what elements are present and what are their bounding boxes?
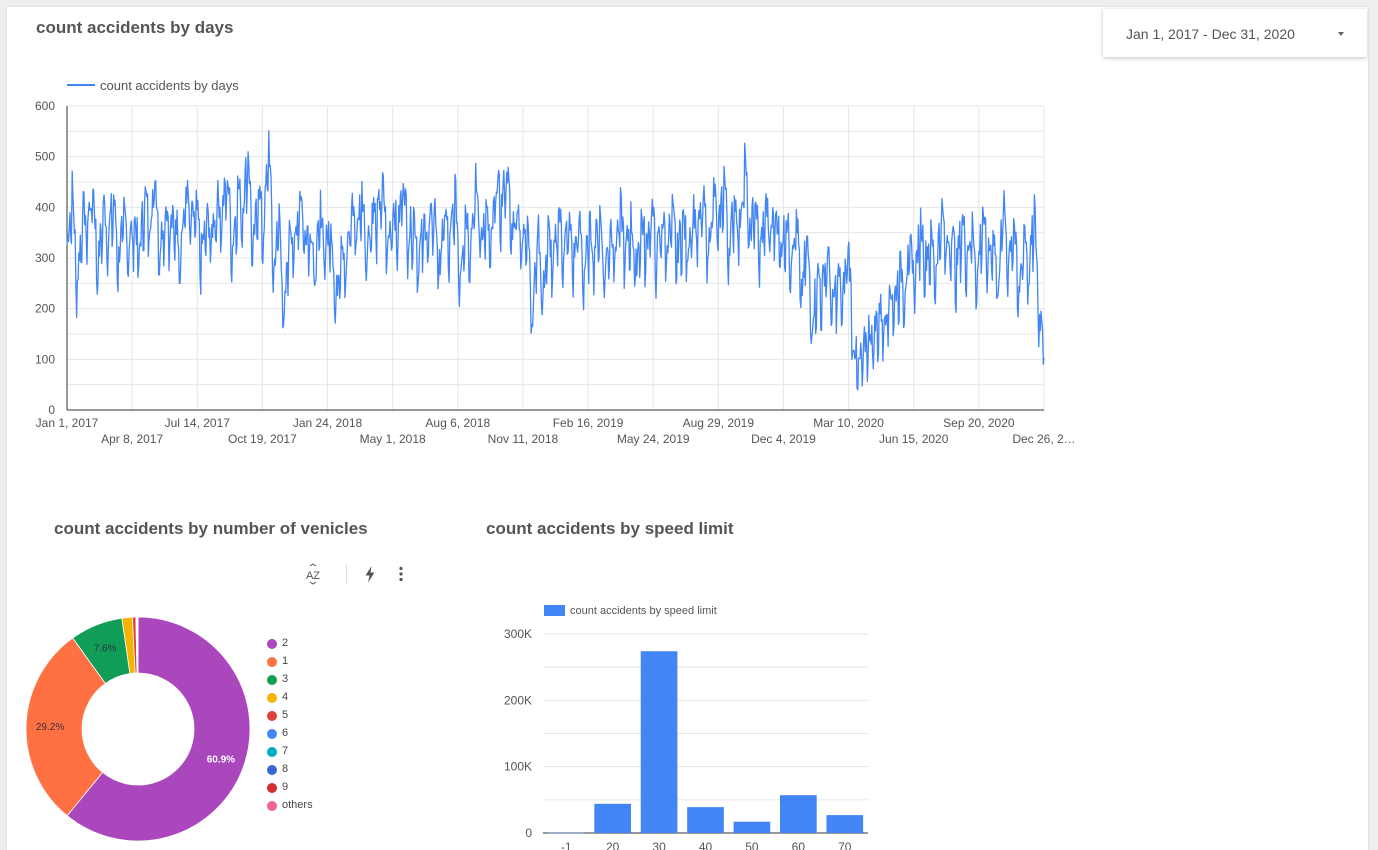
x-tick-label: Sep 20, 2020 bbox=[943, 416, 1015, 430]
days-line-chart[interactable]: 0 100 200 300 400 500 600 Jan 1, 2017Apr 8, 20… bbox=[7, 7, 1368, 457]
speed-bar-chart[interactable]: 0 100K 200K 300K -1 20 30 40 50 60 70 count accid… bbox=[467, 587, 907, 850]
legend-label: 4 bbox=[282, 691, 289, 703]
bar--1 bbox=[547, 832, 585, 834]
legend-label: 1 bbox=[282, 655, 289, 667]
legend-label: 5 bbox=[282, 709, 289, 721]
y-tick-label: 400 bbox=[35, 200, 55, 214]
x-tick-label: 20 bbox=[606, 840, 620, 850]
toolbar-divider bbox=[346, 565, 347, 583]
legend-color-dot bbox=[267, 783, 277, 793]
pie-slice-label: 60.9% bbox=[207, 755, 235, 766]
bar-50 bbox=[733, 821, 771, 833]
legend-color-dot bbox=[267, 729, 277, 739]
legend-color-dot bbox=[267, 693, 277, 703]
x-tick-label: Nov 11, 2018 bbox=[488, 432, 559, 446]
x-tick-label: Feb 16, 2019 bbox=[553, 416, 624, 430]
legend-label: 2 bbox=[282, 637, 289, 649]
legend-label: others bbox=[282, 799, 313, 811]
legend-label: 7 bbox=[282, 745, 289, 757]
y-tick-label: 200K bbox=[504, 693, 532, 707]
x-tick-label: 60 bbox=[792, 840, 806, 850]
legend-color-dot bbox=[267, 657, 277, 667]
x-tick-label: 70 bbox=[838, 840, 852, 850]
y-tick-label: 500 bbox=[35, 150, 55, 164]
x-tick-label: Dec 26, 2… bbox=[1012, 432, 1075, 446]
dashboard-page: count accidents by days Jan 1, 2017 - De… bbox=[7, 7, 1368, 850]
speed-chart-title: count accidents by speed limit bbox=[486, 519, 734, 538]
y-tick-label: 200 bbox=[35, 302, 55, 316]
legend-color-dot bbox=[267, 801, 277, 811]
y-tick-label: 0 bbox=[48, 403, 55, 417]
vehicles-donut-chart[interactable]: 60.9% 29.2% 7.6% bbox=[7, 597, 257, 850]
vehicles-chart-title: count accidents by number of venicles bbox=[54, 519, 368, 538]
bar-30 bbox=[640, 651, 678, 833]
legend-color-dot bbox=[267, 675, 277, 685]
legend-swatch bbox=[544, 605, 565, 616]
y-tick-label: 600 bbox=[35, 99, 55, 113]
x-tick-label: 40 bbox=[699, 840, 713, 850]
y-tick-label: 100 bbox=[35, 352, 55, 366]
x-tick-label: Jan 1, 2017 bbox=[36, 416, 99, 430]
legend-color-dot bbox=[267, 711, 277, 721]
bar-60 bbox=[780, 795, 817, 833]
legend-label: count accidents by speed limit bbox=[570, 605, 717, 617]
legend-label: 6 bbox=[282, 727, 289, 739]
sort-az-icon[interactable]: AZ bbox=[303, 563, 323, 585]
pie-slice-label: 7.6% bbox=[94, 643, 117, 654]
x-tick-label: Aug 29, 2019 bbox=[683, 416, 755, 430]
x-tick-label: Jan 24, 2018 bbox=[293, 416, 363, 430]
bar-40 bbox=[687, 807, 724, 833]
x-tick-label: 30 bbox=[652, 840, 666, 850]
legend-color-dot bbox=[267, 747, 277, 757]
x-tick-label: Aug 6, 2018 bbox=[425, 416, 490, 430]
legend-color-dot bbox=[267, 639, 277, 649]
y-tick-label: 0 bbox=[525, 826, 532, 840]
x-tick-label: Apr 8, 2017 bbox=[101, 432, 163, 446]
legend-label: count accidents by days bbox=[100, 78, 239, 93]
svg-text:AZ: AZ bbox=[306, 570, 320, 582]
more-vert-icon[interactable] bbox=[391, 563, 411, 585]
y-tick-label: 100K bbox=[504, 760, 532, 774]
x-tick-label: Jul 14, 2017 bbox=[165, 416, 231, 430]
bar-20 bbox=[594, 803, 631, 833]
legend-label: 3 bbox=[282, 673, 289, 685]
x-tick-label: Oct 19, 2017 bbox=[228, 432, 297, 446]
legend-color-dot bbox=[267, 765, 277, 775]
x-tick-label: Dec 4, 2019 bbox=[751, 432, 816, 446]
y-tick-label: 300 bbox=[35, 251, 55, 265]
x-tick-label: May 1, 2018 bbox=[360, 432, 426, 446]
y-tick-label: 300K bbox=[504, 627, 532, 641]
series-line bbox=[66, 130, 1045, 391]
pie-slice-label: 29.2% bbox=[36, 722, 64, 733]
x-tick-label: May 24, 2019 bbox=[617, 432, 690, 446]
lightning-bolt-icon[interactable] bbox=[360, 563, 380, 585]
x-tick-label: 50 bbox=[745, 840, 759, 850]
bar-70 bbox=[826, 815, 864, 833]
legend-label: 9 bbox=[282, 781, 289, 793]
x-tick-label: Jun 15, 2020 bbox=[879, 432, 949, 446]
x-tick-label: Mar 10, 2020 bbox=[813, 416, 884, 430]
x-tick-label: -1 bbox=[561, 840, 572, 850]
legend-label: 8 bbox=[282, 763, 289, 775]
